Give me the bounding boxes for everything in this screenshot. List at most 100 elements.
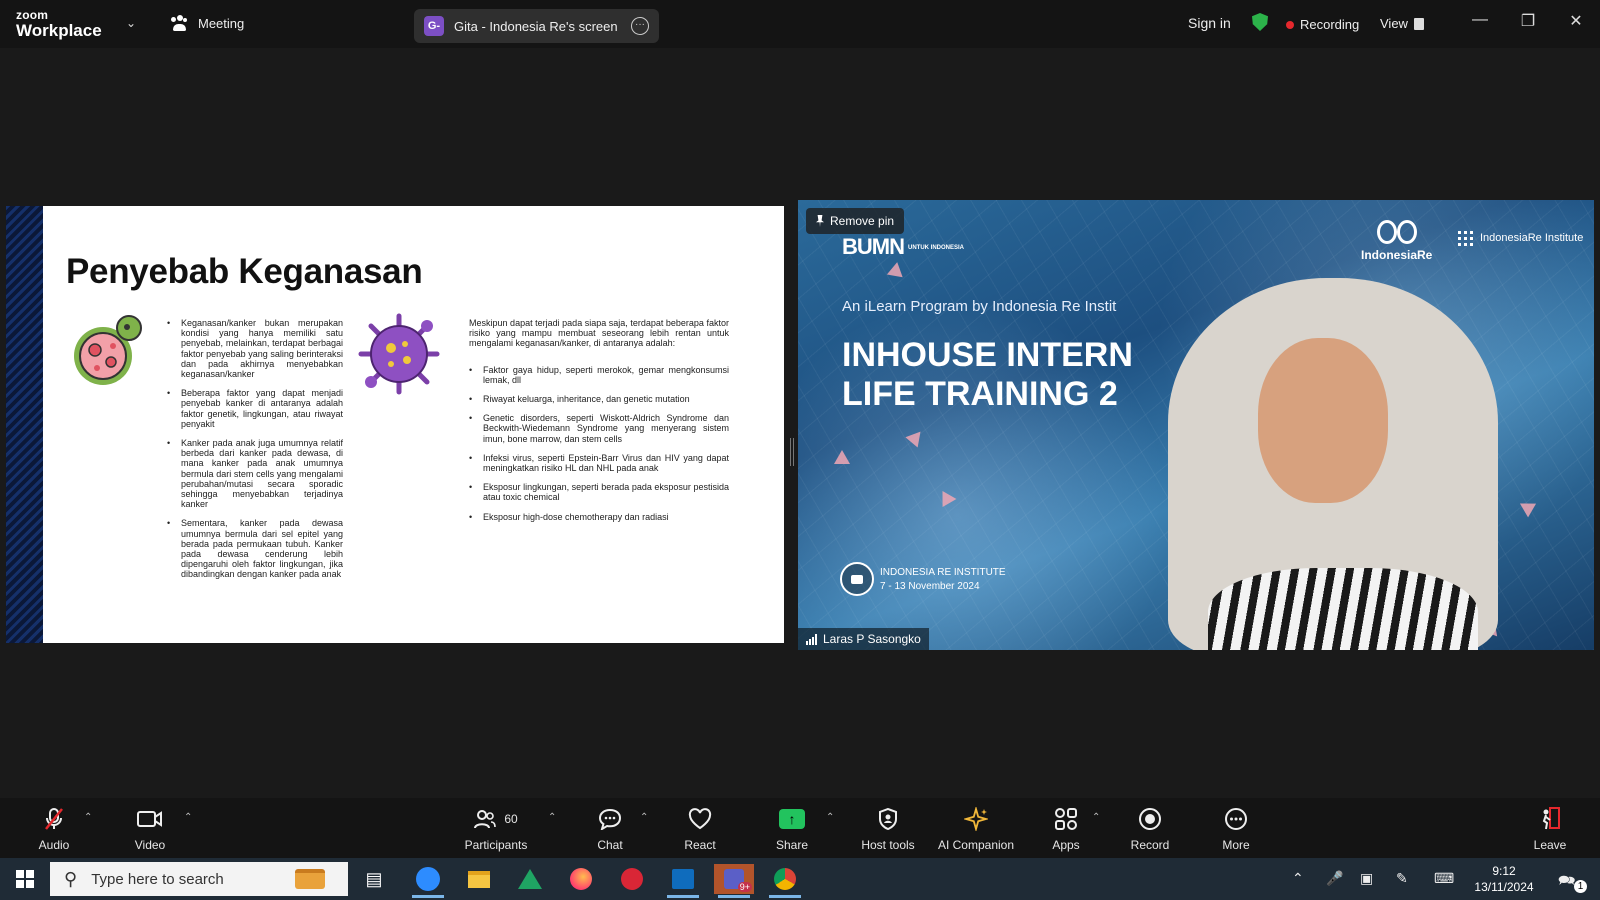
participant-name: Laras P Sasongko [823, 632, 921, 646]
list-item: Faktor gaya hidup, seperti merokok, gema… [469, 365, 729, 385]
zoom-taskbar-icon[interactable] [408, 864, 448, 898]
chat-label: Chat [597, 838, 623, 852]
list-item: Sementara, kanker pada dewasa umumnya be… [167, 518, 343, 579]
headline-line-1: INHOUSE INTERN [842, 336, 1133, 374]
audio-options-caret-icon[interactable]: ⌃ [84, 812, 92, 823]
pink-virus-icon [74, 315, 142, 385]
firefox-icon[interactable] [561, 864, 601, 894]
meeting-label: Meeting [198, 15, 245, 31]
training-headline: INHOUSE INTERN LIFE TRAINING 2 [842, 336, 1133, 414]
participant-name-tag: Laras P Sasongko [798, 628, 929, 650]
ai-companion-button[interactable]: AI Companion [932, 804, 1020, 852]
tray-keyboard-icon[interactable]: ⌨ [1434, 870, 1454, 887]
presentation-slide: Penyebab Keganasan Keganasan/kanker buka… [43, 206, 784, 643]
title-bar: zoom Workplace ⌄ Meeting G- Gita - Indon… [0, 0, 1600, 48]
list-item: Beberapa faktor yang dapat menjadi penye… [167, 388, 343, 429]
teams-badge: 9+ [737, 882, 752, 892]
list-item: Genetic disorders, seperti Wiskott-Aldri… [469, 413, 729, 444]
chrome-icon[interactable] [765, 864, 805, 898]
chevron-down-icon[interactable]: ⌄ [126, 16, 136, 30]
microphone-muted-icon [14, 804, 94, 834]
record-button[interactable]: Record [1110, 804, 1190, 852]
notifications-icon[interactable]: 🗪 [1558, 870, 1575, 894]
screen-share-indicator[interactable]: G- Gita - Indonesia Re's screen ··· [414, 9, 659, 43]
minimize-icon[interactable]: — [1468, 11, 1492, 29]
clock-date: 13/11/2024 [1474, 880, 1534, 894]
more-button[interactable]: More [1196, 804, 1276, 852]
share-screen-button[interactable]: ↑ Share [752, 804, 832, 852]
meeting-toolbar: Audio ⌃ Video ⌃ 60 Participants ⌃ Chat ⌃… [0, 798, 1600, 858]
apps-options-caret-icon[interactable]: ⌃ [1092, 812, 1100, 823]
video-options-caret-icon[interactable]: ⌃ [184, 812, 192, 823]
presenter-figure [1168, 278, 1498, 650]
right-text-column: Meskipun dapat terjadi pada siapa saja, … [469, 318, 729, 531]
taskbar-clock[interactable]: 9:12 13/11/2024 [1464, 863, 1544, 895]
host-shield-icon [844, 804, 932, 834]
headline-line-2: LIFE TRAINING 2 [842, 375, 1118, 413]
brand-small: zoom [16, 8, 49, 22]
task-view-icon[interactable]: ▤ [354, 864, 394, 894]
decor-triangle [886, 260, 906, 278]
tray-display-icon[interactable]: ▣ [1360, 870, 1373, 887]
windows-start-icon[interactable] [16, 870, 34, 888]
tray-pen-icon[interactable]: ✎ [1396, 870, 1408, 887]
recording-indicator[interactable]: Recording [1286, 17, 1359, 32]
record-label: Record [1130, 838, 1170, 852]
risk-intro: Meskipun dapat terjadi pada siapa saja, … [469, 318, 729, 349]
shield-check-icon[interactable] [1252, 13, 1268, 31]
remove-pin-label: Remove pin [830, 214, 895, 228]
zoom-workplace-logo[interactable]: zoom Workplace [16, 9, 102, 39]
presenter-shirt [1208, 568, 1478, 650]
view-label: View [1380, 16, 1408, 31]
list-item: Eksposur lingkungan, seperti berada pada… [469, 482, 729, 502]
share-screen-icon-wrap: ↑ [752, 804, 832, 834]
remove-pin-button[interactable]: Remove pin [806, 208, 905, 234]
more-options-icon[interactable]: ··· [631, 17, 649, 35]
host-tools-label: Host tools [861, 838, 915, 852]
chat-icon [570, 804, 650, 834]
participants-options-caret-icon[interactable]: ⌃ [548, 812, 556, 823]
close-icon[interactable]: ✕ [1564, 11, 1588, 31]
split-resize-handle[interactable] [790, 438, 794, 466]
share-options-caret-icon[interactable]: ⌃ [826, 812, 834, 823]
view-menu[interactable]: View [1380, 16, 1424, 31]
restore-icon[interactable]: ❐ [1516, 11, 1540, 31]
video-camera-icon [110, 804, 190, 834]
sign-in-link[interactable]: Sign in [1188, 15, 1231, 31]
slide-title: Penyebab Keganasan [66, 252, 423, 291]
left-text-column: Keganasan/kanker bukan merupakan kondisi… [167, 318, 343, 589]
react-button[interactable]: React [660, 804, 740, 852]
file-explorer-icon[interactable] [459, 864, 499, 894]
meeting-menu[interactable]: Meeting [170, 15, 244, 31]
audio-button[interactable]: Audio [14, 804, 94, 852]
dots-grid-icon [1458, 230, 1474, 246]
share-arrow-icon: ↑ [779, 809, 805, 829]
pin-icon [816, 215, 824, 227]
search-icon: ⚲ [64, 868, 78, 889]
react-label: React [684, 838, 716, 852]
participant-video[interactable]: BUMN UNTUK INDONESIA IndonesiaRe Indonesi… [798, 200, 1594, 650]
briefcase-icon[interactable] [288, 864, 332, 894]
participants-button[interactable]: 60 Participants [456, 804, 536, 852]
recording-dot-icon [1286, 20, 1294, 29]
teams-icon[interactable]: 9+ [714, 864, 754, 898]
leave-label: Leave [1533, 838, 1567, 852]
decor-triangle [834, 450, 850, 464]
chat-button[interactable]: Chat [570, 804, 650, 852]
leave-button[interactable]: Leave [1510, 804, 1590, 852]
list-item: Eksposur high-dose chemotherapy dan radi… [469, 512, 729, 522]
share-title: Gita - Indonesia Re's screen [454, 18, 618, 34]
sparkle-icon [932, 804, 1020, 834]
tray-microphone-icon[interactable]: 🎤 [1326, 870, 1343, 887]
camera-icon [840, 562, 874, 596]
tray-overflow-icon[interactable]: ⌃ [1292, 870, 1304, 887]
chat-options-caret-icon[interactable]: ⌃ [640, 812, 648, 823]
recording-label: Recording [1300, 17, 1360, 32]
host-tools-button[interactable]: Host tools [844, 804, 932, 852]
google-drive-icon[interactable] [510, 864, 550, 894]
shield-app-icon[interactable] [612, 864, 652, 894]
search-placeholder: Type here to search [91, 870, 224, 888]
video-button[interactable]: Video [110, 804, 190, 852]
bumn-logo: BUMN UNTUK INDONESIA [842, 234, 964, 260]
outlook-icon[interactable] [663, 864, 703, 898]
